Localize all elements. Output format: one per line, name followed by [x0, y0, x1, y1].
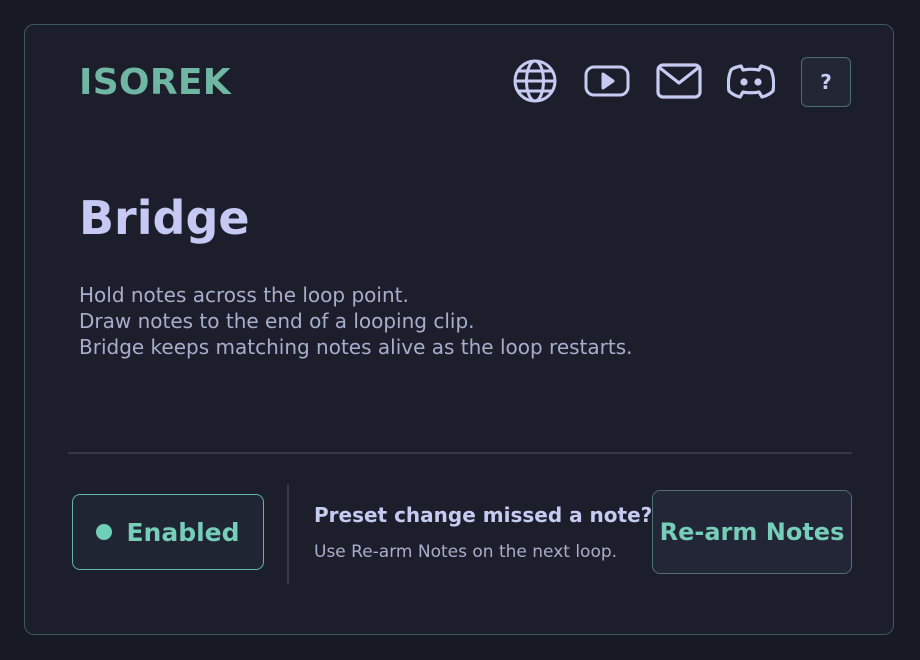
discord-icon: [727, 64, 775, 99]
divider: [68, 452, 852, 454]
mail-button[interactable]: [655, 57, 703, 105]
vertical-divider: [287, 484, 289, 584]
enabled-label: Enabled: [126, 517, 240, 547]
description-line: Hold notes across the loop point.: [79, 283, 409, 307]
brand-logo: ISOREK: [79, 62, 231, 103]
youtube-button[interactable]: [583, 57, 631, 105]
plugin-title: Bridge: [79, 191, 250, 245]
description-line: Draw notes to the end of a looping clip.: [79, 309, 475, 333]
status-dot-icon: [96, 524, 113, 540]
rearm-notes-label: Re-arm Notes: [659, 518, 845, 546]
description: Hold notes across the loop point. Draw n…: [79, 282, 633, 360]
discord-button[interactable]: [727, 57, 775, 105]
website-button[interactable]: [511, 57, 559, 105]
globe-icon: [513, 59, 557, 103]
hint-subtitle: Use Re-arm Notes on the next loop.: [314, 542, 618, 562]
rearm-notes-button[interactable]: Re-arm Notes: [652, 490, 852, 574]
description-line: Bridge keeps matching notes alive as the…: [79, 335, 633, 359]
help-button[interactable]: ?: [801, 57, 851, 107]
hint-title: Preset change missed a note?: [314, 503, 653, 527]
youtube-icon: [584, 65, 630, 97]
enabled-toggle-button[interactable]: Enabled: [72, 494, 264, 570]
plugin-panel: ISOREK ? Bridge Hold notes across the lo…: [24, 24, 894, 635]
mail-icon: [656, 63, 702, 99]
